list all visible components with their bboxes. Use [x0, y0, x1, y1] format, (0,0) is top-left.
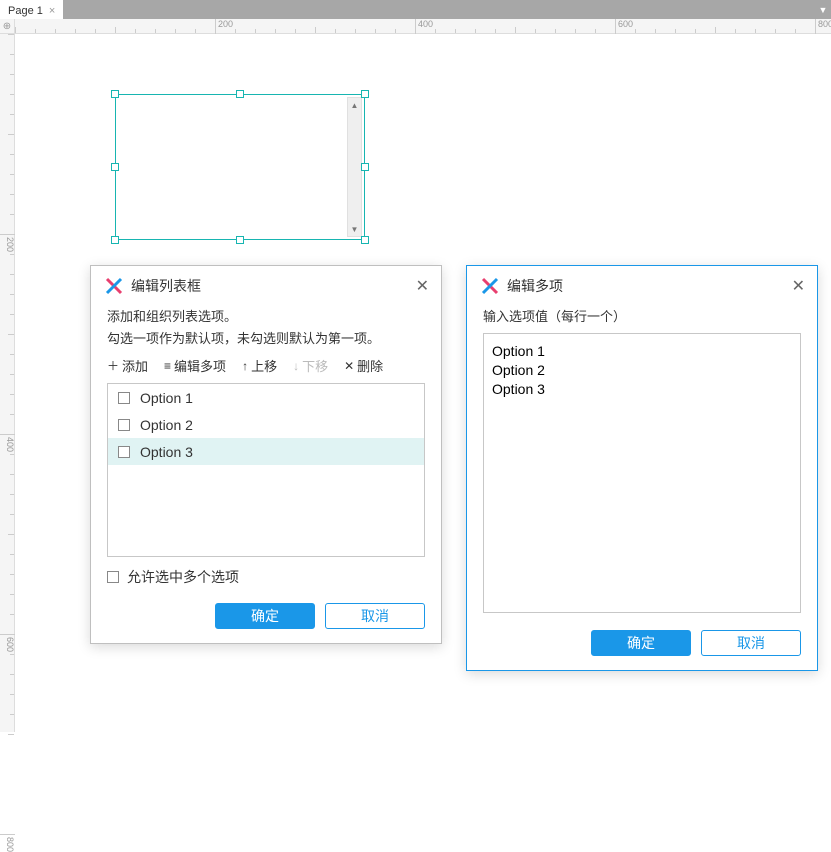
resize-handle-sw[interactable]	[111, 236, 119, 244]
dialog-prompt: 输入选项值（每行一个）	[483, 306, 801, 325]
dialog-title: 编辑多项	[507, 276, 792, 296]
ruler-origin-icon[interactable]: ⊕	[0, 19, 15, 34]
dialog-edit-listbox: 编辑列表框 ✕ 添加和组织列表选项。 勾选一项作为默认项，未勾选则默认为第一项。…	[90, 265, 442, 644]
close-icon[interactable]: ×	[49, 5, 55, 17]
allow-multi-label: 允许选中多个选项	[127, 567, 239, 587]
ruler-horizontal[interactable]: 200 400 600 800 100	[15, 19, 831, 34]
dialog-edit-multiple: 编辑多项 ✕ 输入选项值（每行一个） 确定 取消	[466, 265, 818, 671]
arrow-up-icon: ↑	[242, 359, 248, 373]
ok-button[interactable]: 确定	[591, 630, 691, 656]
delete-label: 删除	[357, 356, 383, 375]
cancel-label: 取消	[737, 633, 765, 653]
resize-handle-se[interactable]	[361, 236, 369, 244]
checkbox[interactable]	[118, 446, 130, 458]
ruler-v-mark: 400	[0, 434, 15, 452]
arrow-down-icon: ↓	[293, 359, 299, 373]
option-label: Option 3	[140, 444, 193, 460]
axure-logo-icon	[481, 277, 499, 295]
cancel-button[interactable]: 取消	[701, 630, 801, 656]
ok-label: 确定	[251, 606, 279, 626]
option-label: Option 1	[140, 390, 193, 406]
edit-many-button[interactable]: ≡编辑多项	[164, 356, 226, 375]
x-icon: ✕	[344, 359, 354, 373]
resize-handle-nw[interactable]	[111, 90, 119, 98]
ok-label: 确定	[627, 633, 655, 653]
cancel-button[interactable]: 取消	[325, 603, 425, 629]
move-up-label: 上移	[251, 356, 277, 375]
resize-handle-n[interactable]	[236, 90, 244, 98]
selected-listbox-widget[interactable]: ▲ ▼	[115, 94, 365, 240]
dialog-description-1: 添加和组织列表选项。	[107, 306, 425, 328]
resize-handle-e[interactable]	[361, 163, 369, 171]
dialog-buttons: 确定 取消	[483, 630, 801, 656]
list-icon: ≡	[164, 359, 171, 373]
tab-label: Page 1	[8, 5, 43, 17]
resize-handle-s[interactable]	[236, 236, 244, 244]
move-down-label: 下移	[302, 356, 328, 375]
allow-multi-checkbox[interactable]	[107, 571, 119, 583]
edit-many-label: 编辑多项	[174, 356, 226, 375]
checkbox[interactable]	[118, 392, 130, 404]
list-item[interactable]: Option 2	[108, 411, 424, 438]
scrollbar[interactable]: ▲ ▼	[347, 97, 362, 237]
scroll-up-icon[interactable]: ▲	[348, 98, 361, 112]
close-icon[interactable]: ✕	[416, 276, 429, 296]
resize-handle-w[interactable]	[111, 163, 119, 171]
plus-icon: ＋	[107, 357, 119, 374]
ruler-vertical[interactable]: 200 400 600 800	[0, 34, 15, 732]
ruler-v-mark: 200	[0, 234, 15, 252]
tab-dropdown-icon[interactable]: ▼	[815, 0, 831, 19]
dialog-header[interactable]: 编辑多项 ✕	[467, 266, 817, 302]
tab-page1[interactable]: Page 1 ×	[0, 0, 63, 19]
dialog-header[interactable]: 编辑列表框 ✕	[91, 266, 441, 302]
checkbox[interactable]	[118, 419, 130, 431]
tabbar-spacer	[63, 0, 815, 19]
allow-multi-row: 允许选中多个选项	[107, 567, 425, 587]
add-button[interactable]: ＋添加	[107, 356, 148, 375]
delete-button[interactable]: ✕删除	[344, 356, 383, 375]
dialog-toolbar: ＋添加 ≡编辑多项 ↑上移 ↓下移 ✕删除	[107, 356, 425, 375]
list-item[interactable]: Option 3	[108, 438, 424, 465]
resize-handle-ne[interactable]	[361, 90, 369, 98]
option-label: Option 2	[140, 417, 193, 433]
tabbar: Page 1 × ▼	[0, 0, 831, 19]
dialog-buttons: 确定 取消	[107, 603, 425, 629]
ok-button[interactable]: 确定	[215, 603, 315, 629]
ruler-v-mark: 800	[0, 834, 15, 852]
move-down-button: ↓下移	[293, 356, 328, 375]
axure-logo-icon	[105, 277, 123, 295]
add-label: 添加	[122, 356, 148, 375]
scroll-down-icon[interactable]: ▼	[348, 222, 361, 236]
dialog-description-2: 勾选一项作为默认项，未勾选则默认为第一项。	[107, 328, 425, 350]
options-listbox[interactable]: Option 1 Option 2 Option 3	[107, 383, 425, 557]
ruler-v-mark: 600	[0, 634, 15, 652]
list-item[interactable]: Option 1	[108, 384, 424, 411]
cancel-label: 取消	[361, 606, 389, 626]
dialog-title: 编辑列表框	[131, 276, 416, 296]
close-icon[interactable]: ✕	[792, 276, 805, 296]
move-up-button[interactable]: ↑上移	[242, 356, 277, 375]
options-textarea[interactable]	[483, 333, 801, 613]
